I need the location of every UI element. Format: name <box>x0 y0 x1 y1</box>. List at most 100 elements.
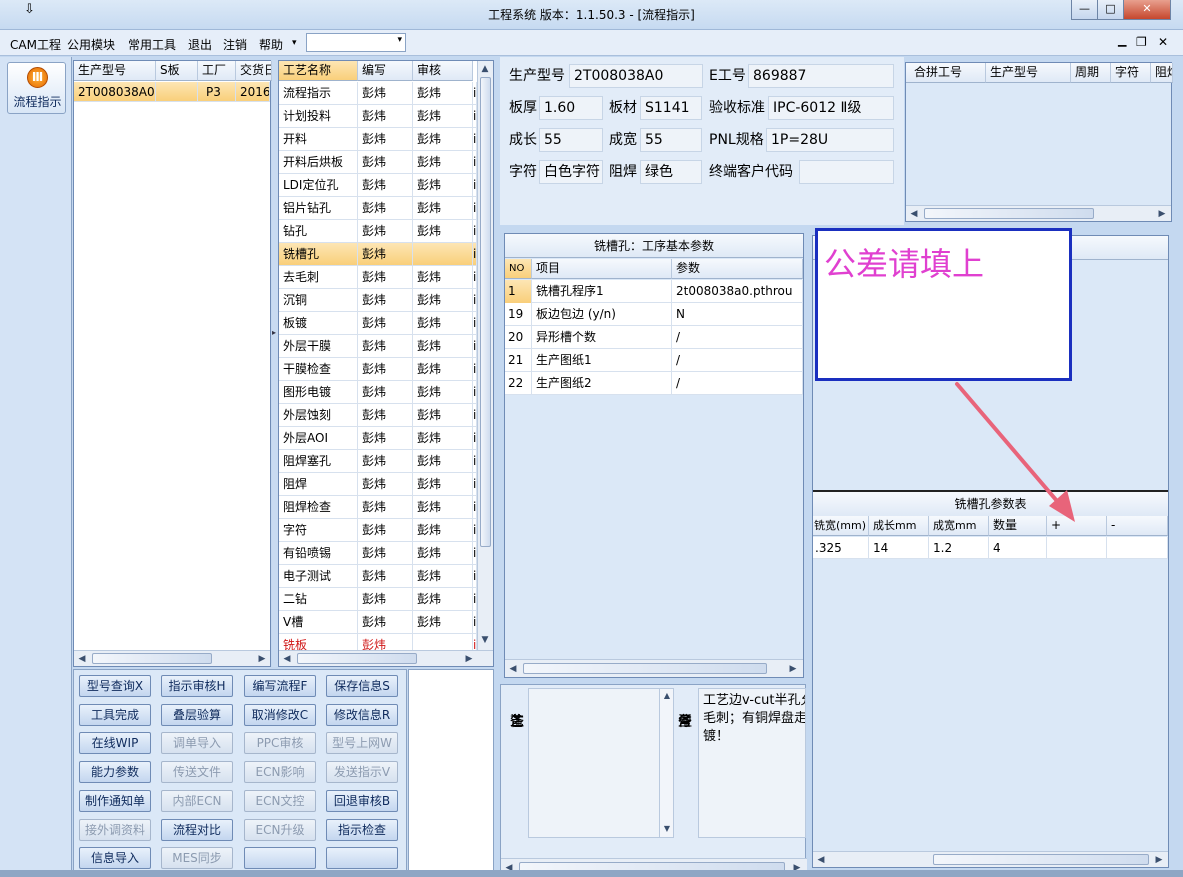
process-remark-textarea[interactable]: ▲ ▼ <box>528 688 674 838</box>
flow-nav-button[interactable]: Ⅲ 流程指示 <box>7 62 66 114</box>
button-4-2[interactable]: ECN文控 <box>244 789 316 812</box>
table-row[interactable]: 有铅喷锡 彭炜 彭炜 i <box>279 542 477 565</box>
menu-cam[interactable]: CAM工程 <box>10 36 61 53</box>
table-row[interactable]: 阻焊 彭炜 彭炜 i <box>279 473 477 496</box>
table-row[interactable]: 字符 彭炜 彭炜 i <box>279 519 477 542</box>
table-row[interactable]: 22 生产图纸2/ <box>505 372 803 395</box>
menu-exit[interactable]: 退出 <box>188 36 212 53</box>
button-2-2[interactable]: PPC审核 <box>244 732 316 755</box>
table-row[interactable]: 阻焊检查 彭炜 彭炜 i <box>279 496 477 519</box>
scroll-right-icon[interactable]: ▶ <box>463 653 475 665</box>
col-char[interactable]: 字符 <box>1111 63 1151 83</box>
button-4-3[interactable]: 回退审核B <box>326 789 398 812</box>
table-row[interactable]: 开料后烘板 彭炜 彭炜 i <box>279 151 477 174</box>
col-slot-width[interactable]: 铣宽(mm) <box>813 516 869 536</box>
button-5-0[interactable]: 接外调资料 <box>79 818 151 841</box>
button-1-3[interactable]: 修改信息R <box>326 703 398 726</box>
scroll-right-icon[interactable]: ▶ <box>256 653 268 665</box>
table-row[interactable]: 电子测试 彭炜 彭炜 i <box>279 565 477 588</box>
table-row[interactable]: 1 铣槽孔程序1 2t008038a0.pthrou <box>505 280 803 303</box>
table-row[interactable]: 阻焊塞孔 彭炜 彭炜 i <box>279 450 477 473</box>
splitter-grip-icon[interactable]: ▸ <box>272 328 276 337</box>
scroll-left-icon[interactable]: ◀ <box>908 208 920 220</box>
button-1-2[interactable]: 取消修改C <box>244 703 316 726</box>
scroll-up-icon[interactable]: ▲ <box>661 690 673 702</box>
button-0-1[interactable]: 指示审核H <box>161 675 233 697</box>
col-model[interactable]: 生产型号 <box>74 61 156 81</box>
col-factory[interactable]: 工厂 <box>198 61 236 81</box>
scroll-thumb[interactable] <box>297 653 417 664</box>
mdi-restore-button[interactable]: ❐ <box>1136 35 1147 49</box>
scroll-down-icon[interactable]: ▼ <box>479 634 491 646</box>
button-6-0[interactable]: 信息导入 <box>79 847 151 870</box>
menu-tools[interactable]: 常用工具 <box>128 36 176 53</box>
button-4-0[interactable]: 制作通知单 <box>79 789 151 812</box>
table-row[interactable]: 钻孔 彭炜 彭炜 i <box>279 220 477 243</box>
table-row[interactable]: 计划投料 彭炜 彭炜 i <box>279 105 477 128</box>
col-s-board[interactable]: S板 <box>156 61 198 81</box>
button-3-2[interactable]: ECN影响 <box>244 761 316 784</box>
button-6-1[interactable]: MES同步 <box>161 847 233 870</box>
button-4-1[interactable]: 内部ECN <box>161 789 233 812</box>
menu-public-modules[interactable]: 公用模块 <box>67 36 115 53</box>
empty-button[interactable] <box>244 847 316 870</box>
scroll-thumb[interactable] <box>480 77 491 547</box>
button-3-0[interactable]: 能力参数 <box>79 761 151 784</box>
params-hscroll[interactable]: ◀ ▶ <box>505 659 803 677</box>
table-row[interactable]: 板镀 彭炜 彭炜 i <box>279 312 477 335</box>
scroll-left-icon[interactable]: ◀ <box>281 653 293 665</box>
menu-logout[interactable]: 注销 <box>223 36 247 53</box>
button-5-3[interactable]: 指示检查 <box>326 818 398 841</box>
col-item[interactable]: 项目 <box>532 259 672 279</box>
chevron-down-icon[interactable]: ▾ <box>292 38 297 48</box>
col-mask[interactable]: 阻焊 <box>1151 63 1173 83</box>
model-list-hscroll[interactable]: ◀ ▶ <box>74 650 270 666</box>
scroll-thumb[interactable] <box>933 854 1149 865</box>
slot-hscroll[interactable]: ◀ ▶ <box>813 851 1168 867</box>
table-row[interactable]: 沉铜 彭炜 彭炜 i <box>279 289 477 312</box>
button-1-0[interactable]: 工具完成 <box>79 703 151 726</box>
table-row[interactable]: V槽 彭炜 彭炜 i <box>279 611 477 634</box>
remark-vscroll[interactable]: ▲ ▼ <box>659 689 673 837</box>
table-row[interactable]: 外层干膜 彭炜 彭炜 i <box>279 335 477 358</box>
empty-button[interactable] <box>326 847 398 870</box>
scroll-left-icon[interactable]: ◀ <box>76 653 88 665</box>
button-5-2[interactable]: ECN升级 <box>244 818 316 841</box>
button-2-3[interactable]: 型号上网W <box>326 732 398 755</box>
model-remark-textarea[interactable]: 工艺边v-cut半孔允许有毛刺；有铜焊盘走图镀！ <box>698 688 806 838</box>
button-0-3[interactable]: 保存信息S <box>326 675 398 697</box>
scroll-thumb[interactable] <box>924 208 1094 219</box>
button-3-3[interactable]: 发送指示V <box>326 761 398 784</box>
col-delivery[interactable]: 交货日 <box>236 61 272 81</box>
scroll-left-icon[interactable]: ◀ <box>507 663 519 675</box>
table-row[interactable]: 流程指示 彭炜 彭炜 i <box>279 82 477 105</box>
button-5-1[interactable]: 流程对比 <box>161 818 233 841</box>
menu-help[interactable]: 帮助 <box>259 36 283 53</box>
combo-arrow-icon[interactable]: ▾ <box>397 35 402 45</box>
scroll-thumb[interactable] <box>523 663 767 674</box>
button-2-0[interactable]: 在线WIP <box>79 732 151 755</box>
table-row[interactable]: 去毛刺 彭炜 彭炜 i <box>279 266 477 289</box>
table-row[interactable]: 铝片钻孔 彭炜 彭炜 i <box>279 197 477 220</box>
mdi-close-button[interactable]: ✕ <box>1158 35 1168 49</box>
table-row[interactable]: 二钻 彭炜 彭炜 i <box>279 588 477 611</box>
table-row[interactable]: 图形电镀 彭炜 彭炜 i <box>279 381 477 404</box>
table-row[interactable]: 铣槽孔 彭炜 i <box>279 243 477 266</box>
table-row[interactable]: 外层AOI 彭炜 彭炜 i <box>279 427 477 450</box>
minimize-button[interactable]: — <box>1071 0 1098 20</box>
col-minus[interactable]: - <box>1107 516 1168 536</box>
scroll-thumb[interactable] <box>92 653 212 664</box>
col-process-name[interactable]: 工艺名称 <box>279 61 358 81</box>
process-list-hscroll[interactable]: ◀ ▶ <box>279 650 493 666</box>
scroll-left-icon[interactable]: ◀ <box>815 854 827 866</box>
maximize-button[interactable]: □ <box>1097 0 1124 20</box>
close-button[interactable]: ✕ <box>1123 0 1171 20</box>
mdi-minimize-button[interactable]: ▁ <box>1118 34 1126 47</box>
scroll-right-icon[interactable]: ▶ <box>1153 854 1165 866</box>
button-0-2[interactable]: 编写流程F <box>244 675 316 697</box>
table-row[interactable]: 干膜检查 彭炜 彭炜 i <box>279 358 477 381</box>
scroll-right-icon[interactable]: ▶ <box>1156 208 1168 220</box>
col-writer[interactable]: 编写 <box>358 61 413 81</box>
table-row[interactable]: 21 生产图纸1/ <box>505 349 803 372</box>
table-row[interactable]: 外层蚀刻 彭炜 彭炜 i <box>279 404 477 427</box>
